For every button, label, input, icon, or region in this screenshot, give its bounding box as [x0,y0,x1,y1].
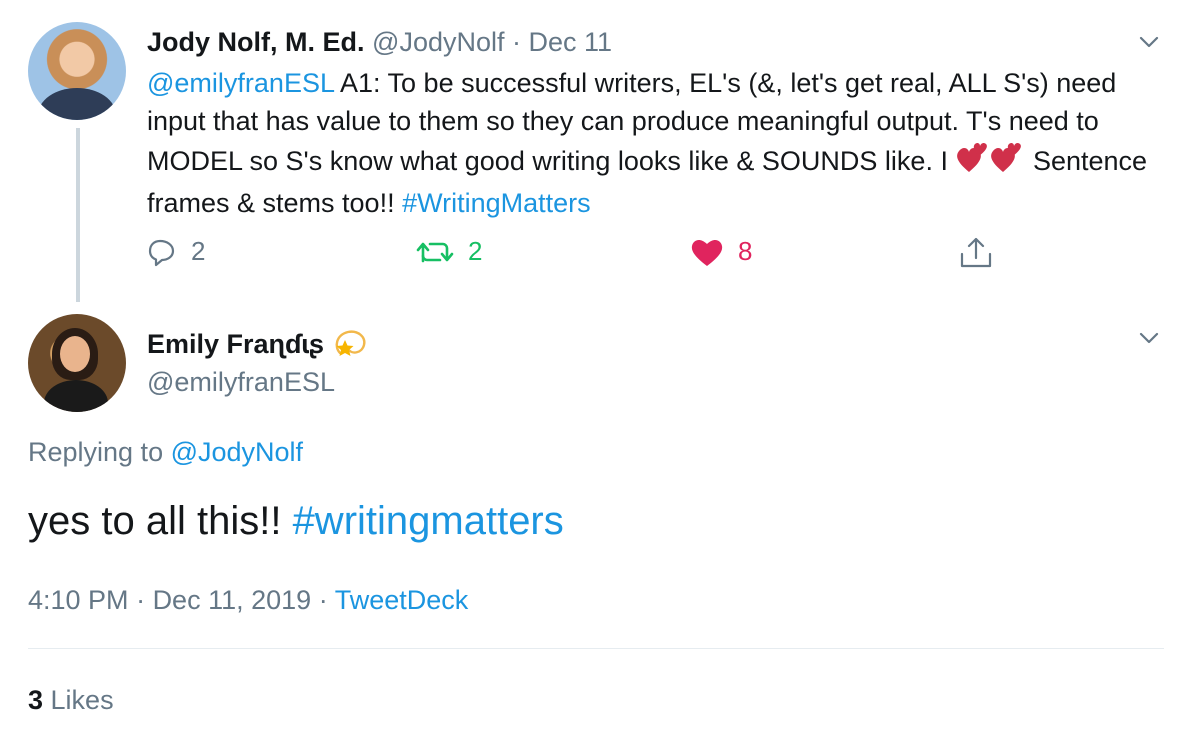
tweet-timestamp-row: 4:10 PM · Dec 11, 2019 · TweetDeck [28,582,468,618]
reply-text-body: yes to all this!! [28,499,293,543]
chevron-down-icon[interactable] [1137,326,1161,350]
replying-to-handle[interactable]: @JodyNolf [171,437,303,467]
share-icon [960,237,992,268]
reply-icon [148,239,175,266]
share-button[interactable] [958,236,994,270]
parent-tweet-text: @emilyfranESL A1: To be successful write… [147,64,1157,222]
retweet-button[interactable]: 2 [416,236,482,267]
parent-tweet-header: Jody Nolf, M. Ed. @JodyNolf · Dec 11 [147,24,612,60]
reply-hashtag-link[interactable]: #writingmatters [293,499,564,543]
header-separator: · [512,27,522,57]
reply-button[interactable]: 2 [147,236,205,267]
retweet-count: 2 [468,236,483,266]
mention-link[interactable]: @emilyfranESL [147,68,334,98]
likes-count: 3 [28,685,44,715]
tweet-source-link[interactable]: TweetDeck [335,585,469,615]
divider [28,648,1164,649]
timestamp-separator-1: · [128,585,153,615]
likes-label: Likes [43,685,114,715]
author-handle[interactable]: @JodyNolf [372,27,504,57]
timestamp-separator-2: · [311,585,335,615]
avatar-emily-francis[interactable] [28,314,126,412]
avatar-jody-nolf[interactable] [28,22,126,120]
author-name[interactable]: Jody Nolf, M. Ed. [147,27,365,57]
chevron-down-icon[interactable] [1137,30,1161,54]
tweet-full-date[interactable]: Dec 11, 2019 [153,585,312,615]
hashtag-link[interactable]: #WritingMatters [402,188,591,218]
reply-count: 2 [191,236,206,266]
reply-author-name-row[interactable]: Emily Fraɳɗɩʂ [147,326,368,362]
reply-author-handle[interactable]: @emilyfranESL [147,364,335,400]
dizzy-star-emoji-icon [335,330,366,356]
tweet-date[interactable]: Dec 11 [529,27,613,57]
two-hearts-emoji-icon [955,140,1025,184]
like-count: 8 [738,236,753,266]
thread-connector-line [76,128,80,302]
heart-filled-icon [691,239,723,266]
likes-summary[interactable]: 3 Likes [28,682,114,718]
reply-author-name[interactable]: Emily Fraɳɗɩʂ [147,326,324,362]
reply-tweet-text: yes to all this!! #writingmatters [28,496,564,546]
replying-to-label: Replying to [28,437,171,467]
like-button[interactable]: 8 [690,236,752,267]
retweet-icon [416,242,454,262]
tweet-time[interactable]: 4:10 PM [28,585,129,615]
replying-to-line: Replying to @JodyNolf [28,434,303,470]
